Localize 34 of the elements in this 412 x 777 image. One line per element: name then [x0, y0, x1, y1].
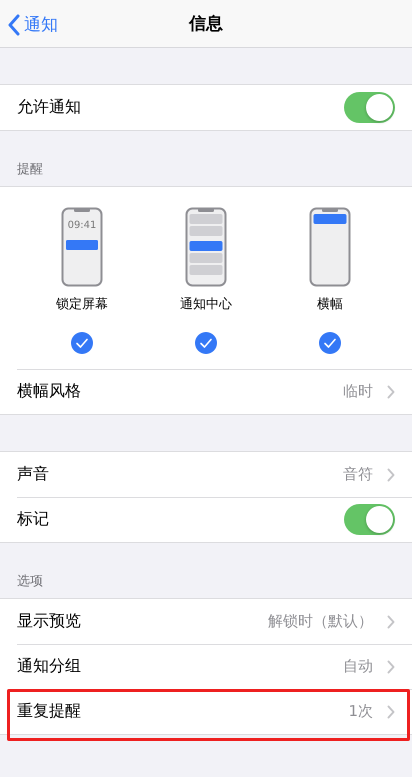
setting-label: 横幅风格	[17, 381, 82, 402]
chevron-icon[interactable]	[387, 614, 395, 628]
setting-value: 自动	[343, 657, 373, 676]
chevron-icon[interactable]	[387, 468, 395, 482]
back-chevron-icon[interactable]	[8, 14, 20, 36]
setting-label: 允许通知	[17, 97, 82, 118]
setting-value: 1次	[348, 702, 373, 721]
toggle-switch[interactable]	[344, 504, 395, 535]
alert-style-label: 锁定屏幕	[56, 296, 108, 313]
phone-preview-icon	[185, 207, 227, 287]
toggle-switch[interactable]	[344, 92, 395, 123]
lock-screen-time: 09:41	[68, 219, 96, 233]
chevron-icon[interactable]	[387, 704, 395, 718]
section-header: 选项	[17, 573, 43, 590]
alert-style-label: 横幅	[317, 296, 343, 313]
chevron-icon[interactable]	[387, 660, 395, 674]
alert-style-label: 通知中心	[180, 296, 232, 313]
checked-circle-icon[interactable]	[194, 331, 218, 355]
phone-preview-icon	[309, 207, 351, 287]
section-header: 提醒	[17, 161, 43, 178]
setting-label: 显示预览	[17, 611, 82, 632]
setting-value: 音符	[343, 465, 373, 484]
setting-label: 标记	[17, 509, 50, 530]
setting-label: 重复提醒	[17, 701, 82, 722]
checked-circle-icon[interactable]	[70, 331, 94, 355]
setting-label: 通知分组	[17, 656, 82, 677]
setting-value: 临时	[343, 382, 373, 401]
checked-circle-icon[interactable]	[318, 331, 342, 355]
chevron-icon[interactable]	[387, 384, 395, 398]
setting-value: 解锁时（默认）	[268, 612, 373, 631]
back-button[interactable]: 通知	[8, 13, 58, 36]
phone-preview-icon	[61, 207, 103, 287]
setting-label: 声音	[17, 464, 50, 485]
screen-title: 信息	[189, 13, 223, 35]
